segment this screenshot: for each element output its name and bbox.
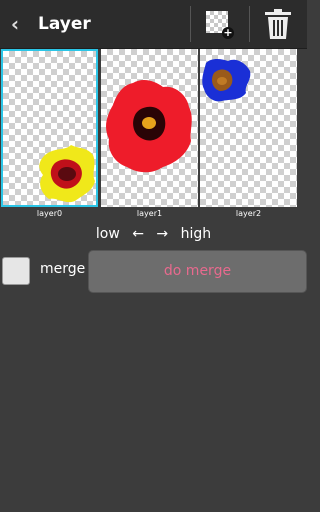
layer-label: layer0 [36,209,63,218]
layer-list: layer0 layer1 layer2 [0,49,307,221]
flower-image [106,80,192,173]
flower-image [39,145,95,203]
add-layer-button[interactable]: + [192,0,248,48]
layer-label: layer2 [235,209,262,218]
order-low-label: low [95,226,120,242]
layer-label: layer1 [136,209,163,218]
trash-icon [265,9,291,39]
chevron-left-icon: ‹ [10,12,20,36]
merge-label: merge [40,261,86,277]
page-title: Layer [38,14,91,34]
plus-icon: + [222,26,234,39]
do-merge-button[interactable]: do merge [88,250,307,293]
arrow-right-icon: → [156,226,169,242]
delete-layer-button[interactable] [250,0,307,48]
merge-row: merge do merge [0,250,307,293]
merge-checkbox[interactable] [2,257,30,285]
layer-thumbnail[interactable] [1,49,98,207]
app-header: ‹ Layer + [0,0,307,49]
divider [190,6,191,42]
layer-thumbnail[interactable] [101,49,198,207]
flower-image [202,59,251,102]
layer-order-hint: low ← → high [0,226,307,246]
layer-thumbnail[interactable] [200,49,297,207]
arrow-left-icon: ← [132,226,144,242]
back-button[interactable]: ‹ [0,0,30,48]
order-high-label: high [180,226,212,242]
